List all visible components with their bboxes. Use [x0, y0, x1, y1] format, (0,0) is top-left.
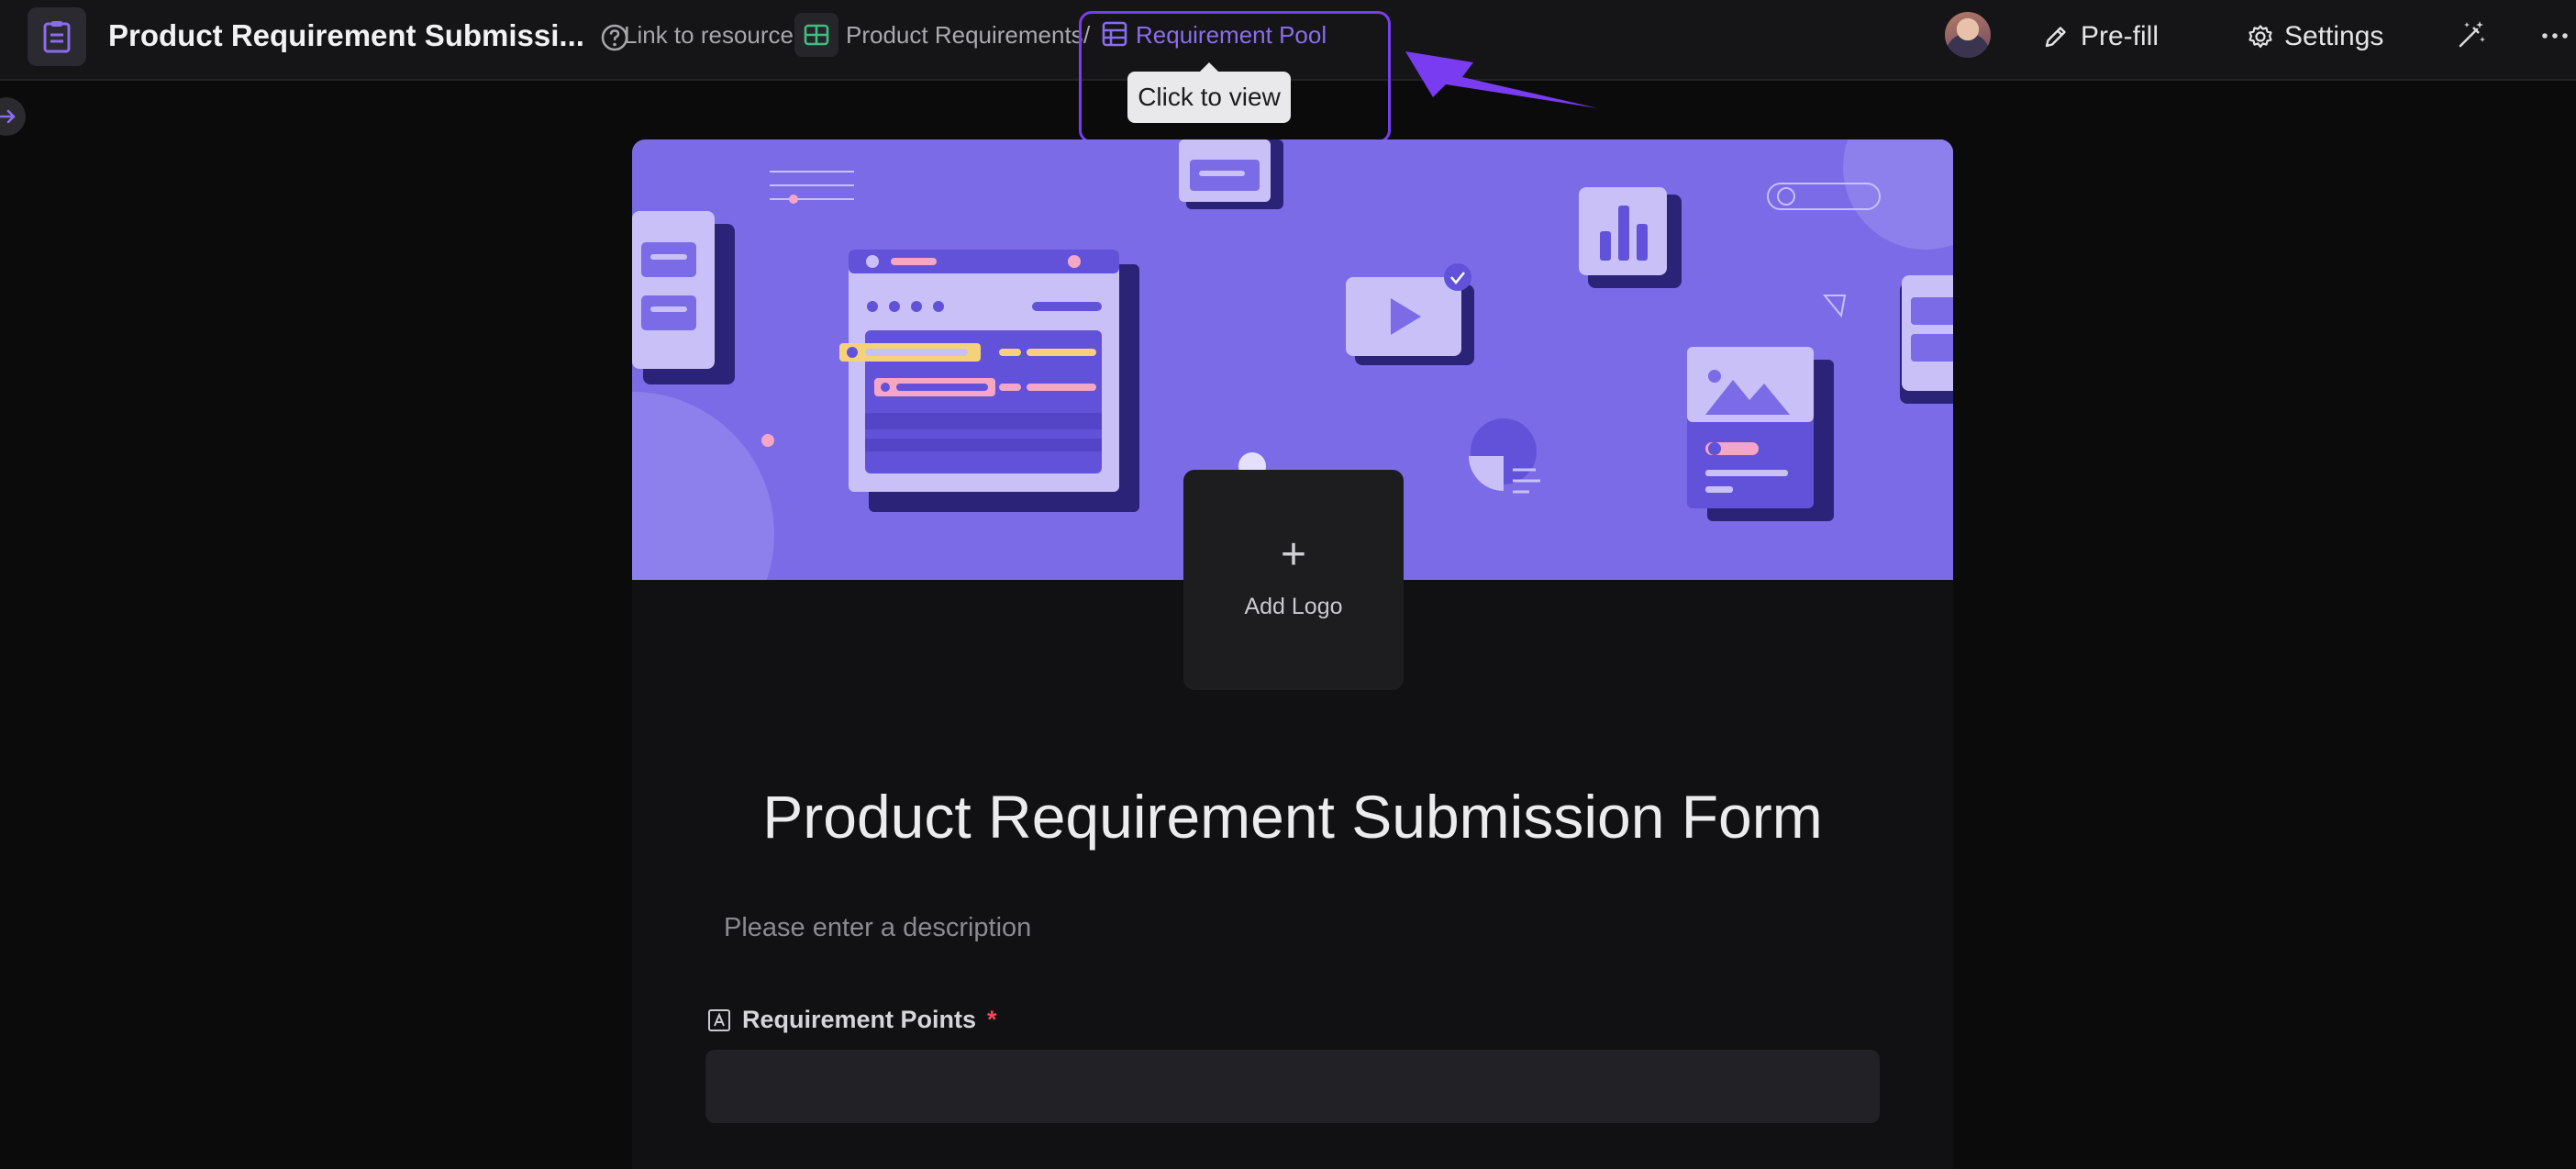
settings-button[interactable]: Settings — [2248, 18, 2383, 55]
annotation-arrow — [1405, 51, 1598, 108]
required-marker: * — [987, 1006, 997, 1033]
avatar[interactable] — [1945, 12, 1991, 58]
field-label-text: Requirement Points — [742, 1006, 977, 1033]
plus-icon: + — [1280, 529, 1307, 579]
tooltip: Click to view — [1127, 62, 1291, 123]
add-logo-label: Add Logo — [1244, 593, 1343, 619]
prefill-label: Pre-fill — [2081, 21, 2160, 51]
breadcrumb-base[interactable]: Product Requirements — [846, 21, 1083, 50]
requirement-points-label: Requirement Points * — [707, 1006, 997, 1034]
description-placeholder[interactable]: Please enter a description — [724, 913, 1031, 943]
link-to-resource-label: Link to resource: — [624, 21, 801, 49]
breadcrumb-separator: / — [1083, 21, 1091, 49]
gear-icon — [2248, 25, 2272, 49]
add-logo-button[interactable]: + Add Logo — [1183, 470, 1404, 690]
requirement-points-input[interactable] — [705, 1050, 1880, 1123]
form-card: + Add Logo Product Requirement Submissio… — [632, 139, 1953, 1169]
settings-label: Settings — [2284, 21, 2384, 51]
pencil-icon — [2045, 27, 2066, 48]
form-icon[interactable] — [28, 7, 86, 66]
text-field-icon — [708, 1008, 730, 1031]
breadcrumb-view-link[interactable]: Requirement Pool — [1136, 21, 1327, 50]
table-view-icon — [1102, 21, 1127, 47]
magic-wand-icon[interactable] — [2455, 18, 2488, 51]
form-title[interactable]: Product Requirement Submissi... — [108, 18, 584, 53]
sidebar-toggle-button[interactable] — [0, 97, 26, 136]
top-bar: Product Requirement Submissi... Link to … — [0, 0, 2576, 81]
grid-base-icon[interactable] — [794, 13, 838, 57]
arrow-right-icon — [0, 109, 16, 124]
prefill-button[interactable]: Pre-fill — [2042, 18, 2159, 55]
form-heading[interactable]: Product Requirement Submission Form — [632, 782, 1953, 852]
more-icon[interactable] — [2539, 20, 2570, 51]
